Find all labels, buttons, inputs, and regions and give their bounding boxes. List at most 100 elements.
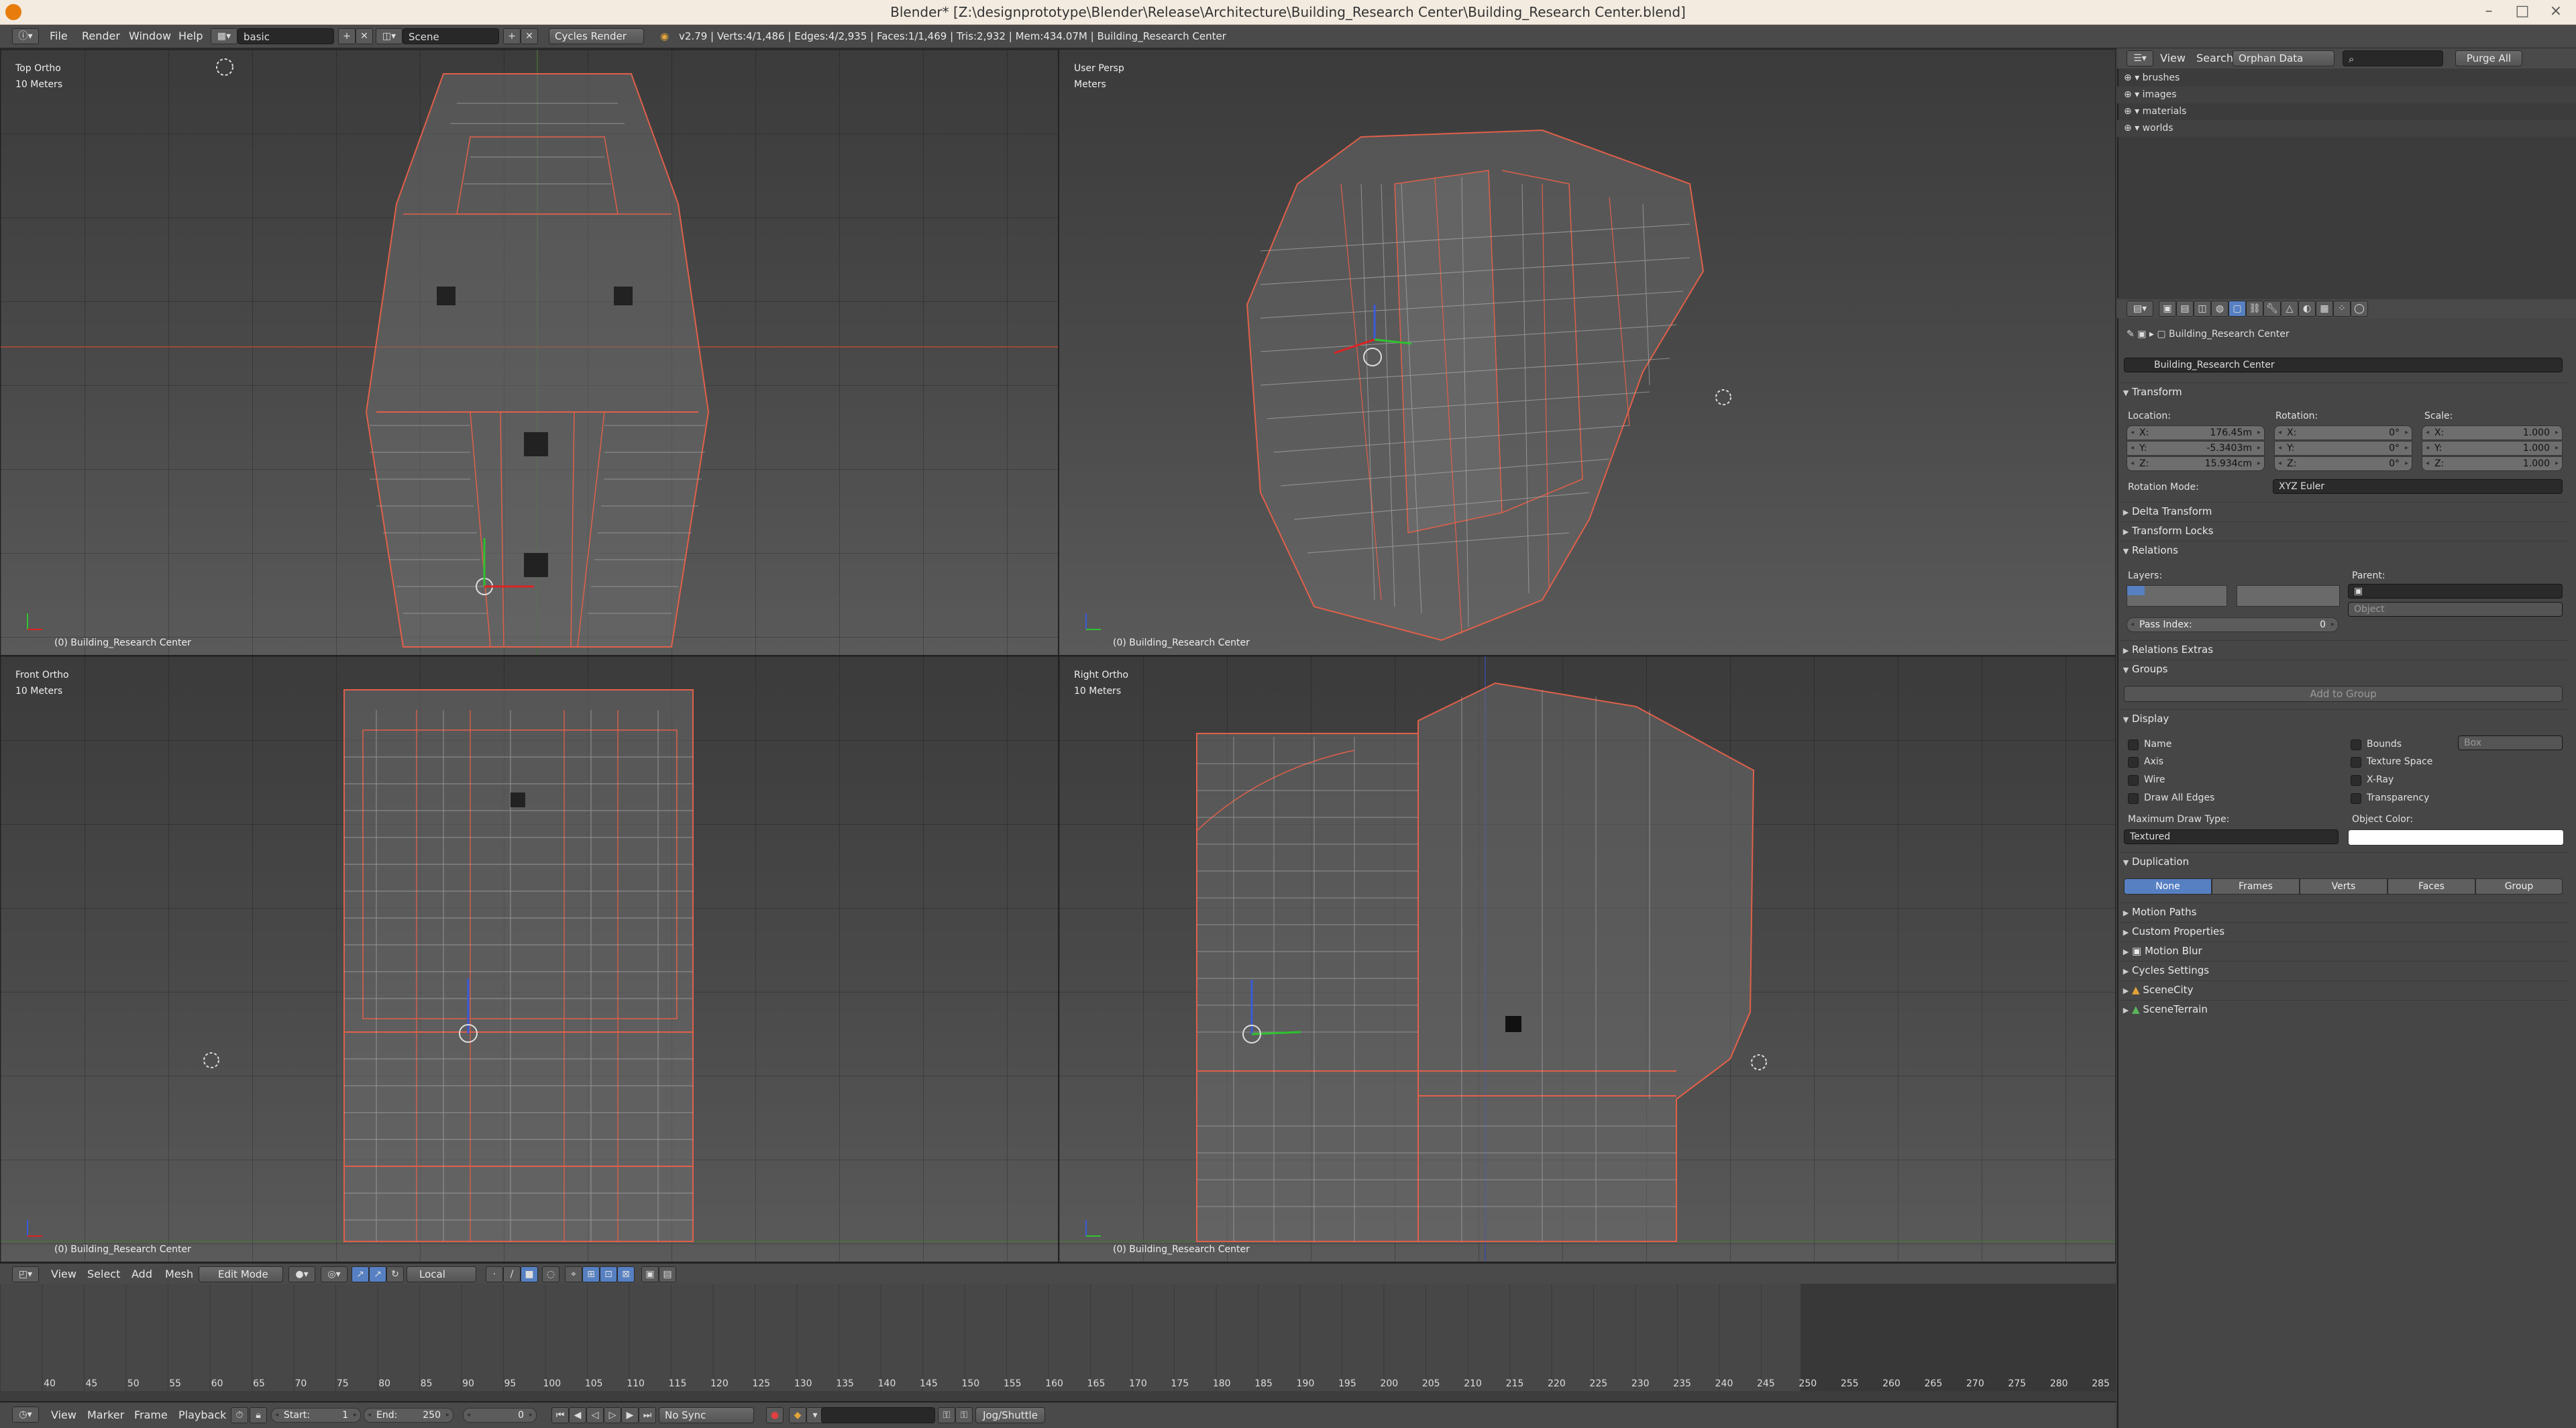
panel-motion-paths-header[interactable]: ▶ Motion Paths bbox=[2120, 903, 2569, 921]
jump-prev-key-icon[interactable]: ◀ bbox=[569, 1407, 586, 1423]
lock-icon[interactable]: 🔒︎ bbox=[250, 1407, 267, 1423]
panel-cycles-settings-header[interactable]: ▶ Cycles Settings bbox=[2120, 961, 2569, 979]
play-icon[interactable]: ▷ bbox=[604, 1407, 621, 1423]
viewport-top-ortho[interactable]: Top Ortho 10 Meters (0) Building_Researc… bbox=[0, 49, 1059, 656]
location-x-field[interactable]: ◂ X: 176.45m ▸ bbox=[2127, 425, 2265, 440]
duplication-frames-button[interactable]: Frames bbox=[2212, 878, 2300, 895]
parent-field[interactable]: ▣ bbox=[2348, 584, 2563, 599]
xray-checkbox[interactable] bbox=[2351, 775, 2361, 786]
menu-view[interactable]: View bbox=[2160, 48, 2186, 68]
active-layer[interactable] bbox=[2127, 586, 2145, 595]
jump-end-icon[interactable]: ⏭ bbox=[639, 1407, 656, 1423]
edge-select-icon[interactable]: / bbox=[503, 1266, 521, 1282]
rotation-y-field[interactable]: ◂ Y: 0° ▸ bbox=[2274, 441, 2412, 456]
face-select-icon[interactable]: ■ bbox=[521, 1266, 538, 1282]
rotation-mode-dropdown[interactable]: XYZ Euler bbox=[2273, 479, 2563, 494]
particles-tab-icon[interactable]: ⁘ bbox=[2333, 301, 2351, 317]
panel-transform-locks-header[interactable]: ▶ Transform Locks bbox=[2120, 521, 2569, 540]
data-tab-icon[interactable]: △ bbox=[2281, 301, 2298, 317]
close-button[interactable]: × bbox=[2540, 0, 2572, 24]
menu-view[interactable]: View bbox=[51, 1402, 76, 1428]
snap-target-icon[interactable]: ⊡ bbox=[600, 1266, 617, 1282]
panel-scenecity-header[interactable]: ▶ ▲ SceneCity bbox=[2120, 980, 2569, 999]
bounds-checkbox[interactable] bbox=[2351, 740, 2361, 750]
menu-file[interactable]: File bbox=[50, 25, 68, 48]
menu-add[interactable]: Add bbox=[131, 1264, 152, 1285]
menu-help[interactable]: Help bbox=[178, 25, 203, 48]
texture-space-checkbox[interactable] bbox=[2351, 757, 2361, 768]
duplication-faces-button[interactable]: Faces bbox=[2387, 878, 2475, 895]
menu-playback[interactable]: Playback bbox=[178, 1402, 226, 1428]
layers-grid-left[interactable] bbox=[2127, 585, 2227, 607]
wire-checkbox[interactable] bbox=[2128, 775, 2139, 786]
rotation-z-field[interactable]: ◂ Z: 0° ▸ bbox=[2274, 456, 2412, 471]
render-anim-icon[interactable]: ▤ bbox=[659, 1266, 676, 1282]
current-frame-field[interactable]: ◂ 0 ▸ bbox=[463, 1408, 537, 1423]
menu-mesh[interactable]: Mesh bbox=[165, 1264, 193, 1285]
outliner-item-brushes[interactable]: ⊕ ▾ brushes bbox=[2117, 70, 2576, 87]
outliner-item-materials[interactable]: ⊕ ▾ materials bbox=[2117, 103, 2576, 120]
duplication-verts-button[interactable]: Verts bbox=[2300, 878, 2387, 895]
viewport-front-ortho[interactable]: Front Ortho 10 Meters (0) Building_Resea… bbox=[0, 656, 1059, 1262]
sync-dropdown[interactable]: No Sync bbox=[659, 1407, 754, 1423]
menu-render[interactable]: Render bbox=[82, 25, 120, 48]
scale-x-field[interactable]: ◂ X: 1.000 ▸ bbox=[2422, 425, 2563, 440]
panel-transform-header[interactable]: ▼ Transform bbox=[2120, 382, 2569, 401]
world-tab-icon[interactable]: ◍ bbox=[2211, 301, 2229, 317]
scale-y-field[interactable]: ◂ Y: 1.000 ▸ bbox=[2422, 441, 2563, 456]
add-layout-icon[interactable]: + bbox=[338, 28, 356, 44]
scene-icon[interactable]: ◫▾ bbox=[376, 28, 402, 44]
outliner-search-input[interactable]: ⌕ bbox=[2343, 50, 2443, 66]
add-to-group-button[interactable]: Add to Group bbox=[2124, 686, 2563, 702]
translate-icon[interactable]: ↗ bbox=[369, 1266, 386, 1282]
texture-tab-icon[interactable]: ▦ bbox=[2316, 301, 2333, 317]
screen-layout-icon[interactable]: ▦▾ bbox=[211, 28, 237, 44]
panel-duplication-header[interactable]: ▼ Duplication bbox=[2120, 852, 2569, 870]
vertex-select-icon[interactable]: · bbox=[486, 1266, 503, 1282]
panel-relations-extras-header[interactable]: ▶ Relations Extras bbox=[2120, 640, 2569, 658]
remove-scene-icon[interactable]: ✕ bbox=[521, 28, 538, 44]
menu-search[interactable]: Search bbox=[2196, 48, 2233, 68]
viewport-right-ortho[interactable]: Right Ortho 10 Meters (0) Building_Resea… bbox=[1059, 656, 2116, 1262]
object-name-field[interactable]: Building_Research Center bbox=[2124, 358, 2563, 372]
snap-element-icon[interactable]: ⊞ bbox=[582, 1266, 600, 1282]
object-color-swatch[interactable] bbox=[2348, 829, 2564, 846]
location-y-field[interactable]: ◂ Y: -5.3403m ▸ bbox=[2127, 441, 2265, 456]
panel-delta-transform-header[interactable]: ▶ Delta Transform bbox=[2120, 502, 2569, 520]
preview-range-icon[interactable]: ⏱ bbox=[231, 1407, 248, 1423]
render-still-icon[interactable]: ▣ bbox=[641, 1266, 659, 1282]
transparency-checkbox[interactable] bbox=[2351, 793, 2361, 804]
mode-dropdown[interactable]: Edit Mode bbox=[199, 1266, 283, 1282]
panel-motion-blur-header[interactable]: ▶ ▣ Motion Blur bbox=[2120, 941, 2569, 960]
panel-sceneterrain-header[interactable]: ▶ ▲ SceneTerrain bbox=[2120, 1000, 2569, 1018]
add-scene-icon[interactable]: + bbox=[503, 28, 521, 44]
jog-shuttle-button[interactable]: Jog/Shuttle bbox=[975, 1407, 1045, 1423]
menu-frame[interactable]: Frame bbox=[134, 1402, 168, 1428]
outliner-item-worlds[interactable]: ⊕ ▾ worlds bbox=[2117, 120, 2576, 137]
render-engine-dropdown[interactable]: Cycles Render bbox=[549, 28, 644, 44]
viewport-shading-icon[interactable]: ●▾ bbox=[288, 1266, 315, 1282]
parent-type-dropdown[interactable]: Object bbox=[2348, 602, 2563, 617]
scene-tab-icon[interactable]: ◫ bbox=[2194, 301, 2211, 317]
viewport-user-persp[interactable]: User Persp Meters (0) Building_Research … bbox=[1059, 49, 2116, 656]
purge-all-button[interactable]: Purge All bbox=[2455, 50, 2522, 66]
panel-groups-header[interactable]: ▼ Groups bbox=[2120, 660, 2569, 678]
manipulator-toggle-icon[interactable]: ↗ bbox=[352, 1266, 369, 1282]
editor-type-icon[interactable]: ◷▾ bbox=[12, 1407, 39, 1423]
pivot-point-icon[interactable]: ◎▾ bbox=[321, 1266, 347, 1282]
pass-index-field[interactable]: ◂ Pass Index: 0 ▸ bbox=[2127, 617, 2339, 632]
render-tab-icon[interactable]: ▣ bbox=[2159, 301, 2176, 317]
menu-window[interactable]: Window bbox=[129, 25, 171, 48]
menu-select[interactable]: Select bbox=[87, 1264, 120, 1285]
keying-set-field[interactable] bbox=[821, 1407, 935, 1423]
rotation-x-field[interactable]: ◂ X: 0° ▸ bbox=[2274, 425, 2412, 440]
max-draw-type-dropdown[interactable]: Textured bbox=[2124, 829, 2339, 844]
delete-keyframe-icon[interactable]: ⚿ bbox=[955, 1407, 973, 1423]
jump-next-key-icon[interactable]: ▶ bbox=[621, 1407, 639, 1423]
draw-all-edges-checkbox[interactable] bbox=[2128, 793, 2139, 804]
pin-icon[interactable]: ✎ bbox=[2127, 329, 2135, 340]
screen-layout-field[interactable]: basic bbox=[237, 28, 334, 44]
proportional-edit-icon[interactable]: ◌ bbox=[542, 1266, 559, 1282]
play-reverse-icon[interactable]: ◁ bbox=[586, 1407, 604, 1423]
start-frame-field[interactable]: ◂ Start: 1 ▸ bbox=[271, 1408, 361, 1423]
